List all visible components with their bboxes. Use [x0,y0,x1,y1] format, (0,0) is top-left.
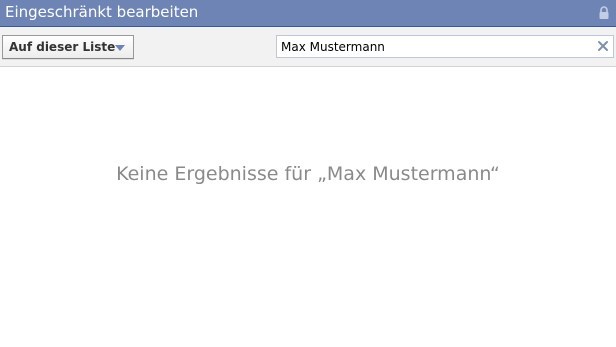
search-box [276,35,614,58]
filter-dropdown-button[interactable]: Auf dieser Liste [2,35,134,59]
close-icon[interactable] [596,39,610,53]
edit-restricted-dialog: Eingeschränkt bearbeiten Auf dieser List… [0,0,616,347]
search-input[interactable] [277,36,587,57]
lock-icon [599,6,609,19]
chevron-down-icon [115,45,125,51]
dialog-title: Eingeschränkt bearbeiten [5,3,199,21]
toolbar: Auf dieser Liste [0,27,616,67]
title-bar: Eingeschränkt bearbeiten [0,0,616,27]
no-results-message: Keine Ergebnisse für „Max Mustermann“ [116,163,500,185]
filter-dropdown-label: Auf dieser Liste [9,40,116,54]
